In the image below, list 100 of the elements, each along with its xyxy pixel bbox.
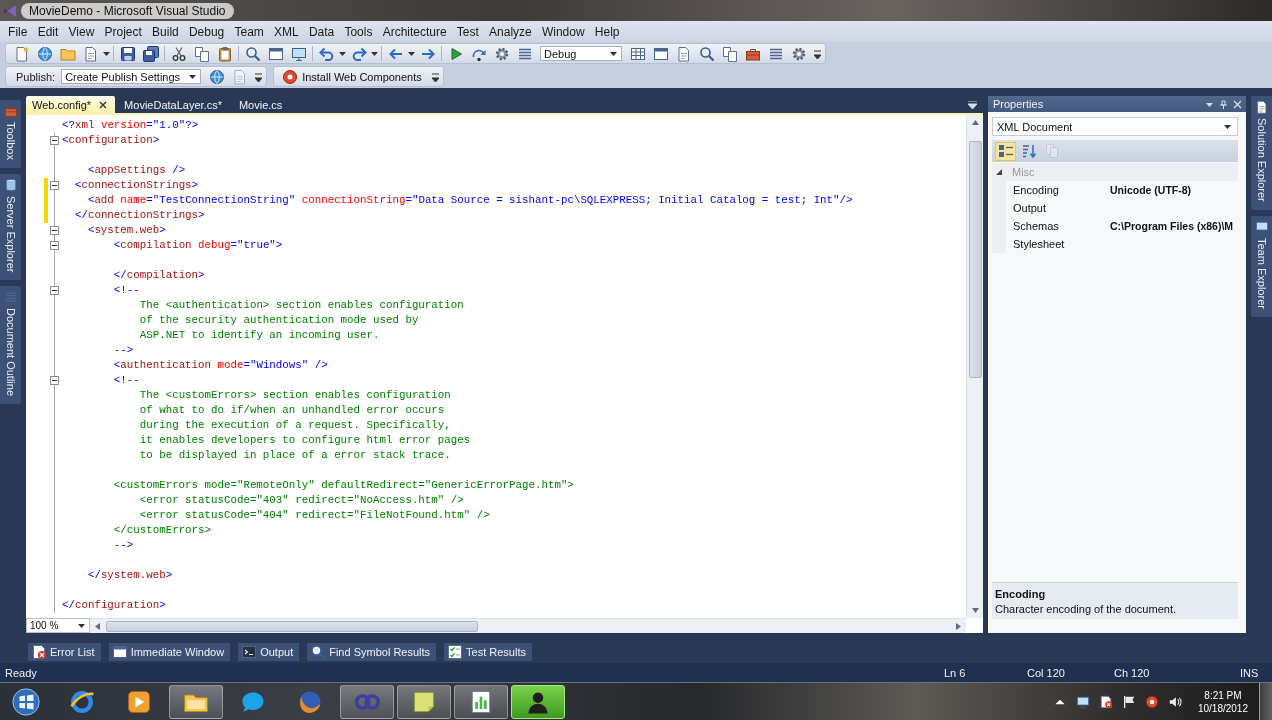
left-arrow-icon[interactable] xyxy=(93,621,102,631)
scissors-icon[interactable] xyxy=(170,45,187,62)
publish-settings-dropdown[interactable]: Create Publish Settings xyxy=(61,69,202,84)
expand-icon[interactable] xyxy=(995,168,1003,176)
monitor-icon[interactable] xyxy=(1075,694,1090,709)
search-icon xyxy=(310,644,327,660)
menu-item[interactable]: Debug xyxy=(183,22,230,41)
gear-icon[interactable] xyxy=(790,45,807,62)
caret-icon xyxy=(1224,124,1231,129)
caret-icon[interactable] xyxy=(103,51,110,56)
undo-icon[interactable] xyxy=(318,45,335,62)
caret-icon[interactable] xyxy=(371,51,378,56)
menu-item[interactable]: Architecture xyxy=(377,22,452,41)
scrollbar-thumb[interactable] xyxy=(968,141,982,378)
collapse-icon[interactable] xyxy=(50,376,59,385)
menu-item[interactable]: XML xyxy=(268,22,304,41)
right-arrow-icon[interactable] xyxy=(954,621,963,631)
search-icon[interactable] xyxy=(244,45,261,62)
horizontal-scrollbar[interactable] xyxy=(90,618,966,633)
scrollbar-thumb[interactable] xyxy=(106,620,478,632)
overflow-chevron-icon[interactable] xyxy=(814,48,821,59)
vertical-scrollbar[interactable] xyxy=(966,115,983,618)
dock-tab[interactable]: Server Explorer xyxy=(0,173,21,281)
collapse-icon[interactable] xyxy=(50,226,59,235)
show-desktop-button[interactable] xyxy=(1259,683,1272,720)
menu-item[interactable]: Analyze xyxy=(483,22,537,41)
menu-item[interactable]: Team xyxy=(229,22,269,41)
menu-item[interactable]: Data xyxy=(303,22,340,41)
up-arrow-icon[interactable] xyxy=(970,118,980,127)
menu-item[interactable]: Test xyxy=(451,22,484,41)
speaker-icon[interactable] xyxy=(1167,694,1182,709)
menu-item[interactable]: Project xyxy=(99,22,147,41)
configuration-dropdown[interactable]: Debug xyxy=(540,46,622,61)
code-line: <compilation debug="true"> xyxy=(113,238,283,253)
disc-icon[interactable] xyxy=(1144,694,1159,709)
close-icon[interactable] xyxy=(99,100,108,109)
install-web-components-button[interactable]: Install Web Components xyxy=(278,68,428,85)
dock-tab[interactable]: Team Explorer xyxy=(1251,215,1272,317)
down-arrow-icon[interactable] xyxy=(970,606,980,615)
overflow-chevron-icon[interactable] xyxy=(255,71,263,82)
clock-time[interactable]: 8:21 PM xyxy=(1204,688,1242,702)
document-tab[interactable]: Web.config* xyxy=(26,96,116,113)
collapse-icon[interactable] xyxy=(50,241,59,250)
dropdown-arrow-icon[interactable] xyxy=(968,101,977,109)
dock-tab[interactable]: Solution Explorer xyxy=(1251,96,1272,210)
redo-icon[interactable] xyxy=(350,45,367,62)
property-value[interactable]: Unicode (UTF-8) xyxy=(1110,184,1192,196)
tool-window-tab[interactable]: Find Symbol Results xyxy=(307,643,437,661)
menu-item[interactable]: Build xyxy=(146,22,184,41)
collapse-icon[interactable] xyxy=(50,136,59,145)
page-error-icon[interactable] xyxy=(1098,694,1113,709)
document-icon[interactable] xyxy=(82,45,99,62)
monitor-icon[interactable] xyxy=(290,45,307,62)
tool-window-tab[interactable]: Test Results xyxy=(444,643,532,661)
document-tab[interactable]: Movie.cs xyxy=(232,96,291,113)
taskbar-button[interactable] xyxy=(511,684,565,719)
menu-item[interactable]: Window xyxy=(536,22,590,41)
table-icon[interactable] xyxy=(629,45,646,62)
window-icon[interactable] xyxy=(652,45,669,62)
code-line: <error statusCode="403" redirect="NoAccess.htm" /> xyxy=(139,493,464,508)
caret-icon[interactable] xyxy=(339,51,346,56)
clipboard-icon[interactable] xyxy=(216,45,233,62)
pin-icon[interactable] xyxy=(1219,99,1228,109)
menu-item[interactable]: View xyxy=(63,22,100,41)
new-document-icon[interactable] xyxy=(13,45,30,62)
menu-item[interactable]: File xyxy=(3,22,33,41)
globe-icon[interactable] xyxy=(208,68,225,85)
menu-item[interactable]: Edit xyxy=(32,22,64,41)
object-dropdown[interactable]: XML Document xyxy=(992,117,1238,136)
copy-icon[interactable] xyxy=(193,45,210,62)
dock-tab[interactable]: Toolbox xyxy=(0,100,21,168)
publish-label: Publish: xyxy=(15,70,56,83)
document-icon[interactable] xyxy=(675,45,692,62)
caret-icon[interactable] xyxy=(408,51,415,56)
overflow-chevron-icon[interactable] xyxy=(431,71,439,82)
view-button[interactable] xyxy=(995,141,1016,161)
document-tab[interactable]: MovieDataLayer.cs* xyxy=(118,96,230,113)
globe-icon[interactable] xyxy=(36,45,53,62)
tool-window-tab[interactable]: Immediate Window xyxy=(108,643,231,661)
categories-icon xyxy=(997,143,1014,159)
gear-icon[interactable] xyxy=(493,45,510,62)
menu-item[interactable]: Tools xyxy=(339,22,378,41)
code-line: </compilation> xyxy=(113,268,205,283)
code-line: The <authentication> section enables configuration xyxy=(139,298,464,313)
floppy-disks-icon[interactable] xyxy=(142,45,159,62)
zoom-dropdown[interactable]: 100 % xyxy=(26,618,90,633)
description-title: Encoding xyxy=(995,587,1046,600)
search-icon[interactable] xyxy=(698,45,715,62)
property-value[interactable]: C:\Program Files (x86)\M xyxy=(1110,220,1234,232)
collapse-icon[interactable] xyxy=(50,286,59,295)
menu-item[interactable]: Help xyxy=(589,22,625,41)
collapse-icon[interactable] xyxy=(50,181,59,190)
clock-date[interactable]: 10/18/2012 xyxy=(1197,701,1248,715)
window-icon[interactable] xyxy=(267,45,284,62)
flag-icon[interactable] xyxy=(1121,694,1136,709)
tool-window-tab[interactable]: Output xyxy=(238,643,300,661)
dock-tab[interactable]: Document Outline xyxy=(0,286,21,405)
tool-window-tab[interactable]: Error List xyxy=(28,643,101,661)
caret-icon xyxy=(610,51,617,56)
copy-icon[interactable] xyxy=(721,45,738,62)
